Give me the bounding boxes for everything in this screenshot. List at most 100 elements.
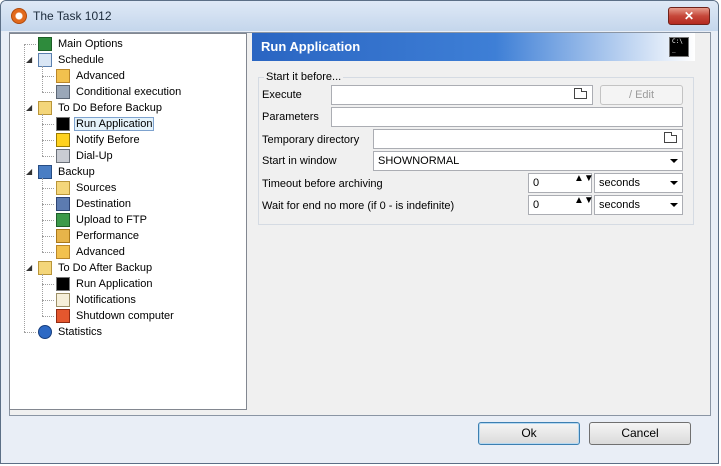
wait-input[interactable]: 0 ▲▼ — [528, 195, 594, 215]
wait-spinner-icon[interactable]: ▲▼ — [574, 196, 594, 213]
folder-open-icon — [38, 261, 52, 276]
tree-connector — [42, 236, 54, 237]
execute-input[interactable] — [331, 85, 593, 105]
browse-tempdir-button[interactable] — [662, 131, 680, 147]
disk-icon — [56, 197, 70, 212]
panel-title: Run Application — [261, 39, 361, 54]
tree-connector — [42, 76, 54, 77]
chevron-down-icon — [670, 203, 678, 207]
tree-item-label: Conditional execution — [76, 86, 182, 99]
tree-item-advanced[interactable]: Advanced — [56, 68, 127, 84]
advanced-icon — [56, 69, 70, 84]
tree-connector — [42, 316, 54, 317]
chevron-down-icon — [670, 181, 678, 185]
ok-button[interactable]: Ok — [478, 422, 580, 445]
folder-open-icon — [574, 88, 587, 99]
tree-connector — [42, 204, 54, 205]
expander-icon[interactable]: ◢ — [26, 168, 34, 176]
tree-item-advanced[interactable]: Advanced — [56, 244, 127, 260]
panel-header: Run Application C:\ _ — [252, 33, 695, 61]
tree-item-label: To Do After Backup — [58, 262, 153, 275]
tree-item-dial-up[interactable]: Dial-Up — [56, 148, 115, 164]
cancel-button[interactable]: Cancel — [589, 422, 691, 445]
tree-connector — [24, 44, 25, 332]
tree-item-label: To Do Before Backup — [58, 102, 162, 115]
tree-item-schedule[interactable]: Schedule — [38, 52, 106, 68]
tree-item-label: Notify Before — [76, 134, 140, 147]
dialup-icon — [56, 149, 70, 164]
tree-item-run-application[interactable]: Run Application — [56, 116, 155, 132]
close-button[interactable]: ✕ — [668, 7, 710, 25]
tree-item-label: Destination — [76, 198, 132, 211]
tree-connector — [24, 332, 36, 333]
console-icon — [56, 117, 70, 132]
info-icon — [38, 325, 52, 340]
expander-icon[interactable]: ◢ — [26, 104, 34, 112]
tree-item-shutdown-computer[interactable]: Shutdown computer — [56, 308, 176, 324]
app-window: The Task 1012 ✕ Main Options Schedule ◢ Adv… — [0, 0, 719, 464]
title-bar[interactable]: The Task 1012 ✕ — [1, 1, 718, 31]
performance-icon — [56, 229, 70, 244]
shutdown-icon — [56, 309, 70, 324]
tree-item-label: Run Application — [76, 278, 153, 291]
backup-icon — [38, 165, 52, 180]
browse-execute-button[interactable] — [572, 87, 590, 103]
tree-item-run-application[interactable]: Run Application — [56, 276, 154, 292]
tree-item-sources[interactable]: Sources — [56, 180, 118, 196]
timeout-input[interactable]: 0 ▲▼ — [528, 173, 594, 193]
tree-connector — [24, 44, 36, 45]
tree-item-label: Main Options — [58, 38, 123, 51]
expander-icon[interactable]: ◢ — [26, 264, 34, 272]
tree-item-label: Advanced — [76, 246, 125, 259]
schedule-icon — [38, 53, 52, 68]
tree-item-performance[interactable]: Performance — [56, 228, 141, 244]
tree-connector — [42, 66, 43, 92]
tree-item-conditional-execution[interactable]: Conditional execution — [56, 84, 183, 100]
tree-item-statistics[interactable]: Statistics — [38, 324, 104, 340]
tree-connector — [42, 124, 54, 125]
advanced-icon — [56, 245, 70, 260]
edit-button[interactable]: / Edit — [600, 85, 683, 105]
tree-item-backup[interactable]: Backup — [38, 164, 97, 180]
options-tree[interactable]: Main Options Schedule ◢ Advanced Conditional… — [9, 33, 247, 410]
tree-connector — [42, 140, 54, 141]
tree-item-label: Advanced — [76, 70, 125, 83]
tree-item-destination[interactable]: Destination — [56, 196, 133, 212]
execute-label: Execute — [262, 89, 302, 101]
tree-item-label: Shutdown computer — [76, 310, 174, 323]
start-window-value: SHOWNORMAL — [378, 155, 460, 167]
timeout-spinner-icon[interactable]: ▲▼ — [574, 174, 594, 191]
tree-item-label: Schedule — [58, 54, 104, 67]
tree-item-upload-to-ftp[interactable]: Upload to FTP — [56, 212, 149, 228]
tree-item-label: Statistics — [58, 326, 103, 339]
wait-unit-select[interactable]: seconds — [594, 195, 683, 215]
tree-item-main-options[interactable]: Main Options — [38, 36, 125, 52]
start-window-label: Start in window — [262, 155, 337, 167]
filter-icon — [56, 85, 70, 100]
tree-item-notify-before[interactable]: Notify Before — [56, 132, 142, 148]
tree-connector — [42, 252, 54, 253]
ftp-icon — [56, 213, 70, 228]
tree-item-to-do-after-backup[interactable]: To Do After Backup — [38, 260, 154, 276]
start-window-select[interactable]: SHOWNORMAL — [373, 151, 683, 171]
timeout-label: Timeout before archiving — [262, 178, 383, 190]
tree-item-label: Run Application — [74, 117, 155, 132]
folder-open-icon — [38, 101, 52, 116]
tree-item-notifications[interactable]: Notifications — [56, 292, 138, 308]
id-icon — [38, 37, 52, 52]
tree-item-to-do-before-backup[interactable]: To Do Before Backup — [38, 100, 164, 116]
tree-connector — [42, 156, 54, 157]
expander-icon[interactable]: ◢ — [26, 56, 34, 64]
timeout-unit-value: seconds — [599, 177, 640, 189]
parameters-input[interactable] — [331, 107, 683, 127]
tree-item-label: Notifications — [76, 294, 136, 307]
warning-icon — [56, 133, 70, 148]
tree-connector — [42, 284, 54, 285]
tempdir-label: Temporary directory — [262, 134, 360, 146]
tree-connector — [42, 178, 43, 252]
tempdir-input[interactable] — [373, 129, 683, 149]
console-icon — [56, 277, 70, 292]
timeout-unit-select[interactable]: seconds — [594, 173, 683, 193]
tree-connector — [42, 188, 54, 189]
wait-unit-value: seconds — [599, 199, 640, 211]
